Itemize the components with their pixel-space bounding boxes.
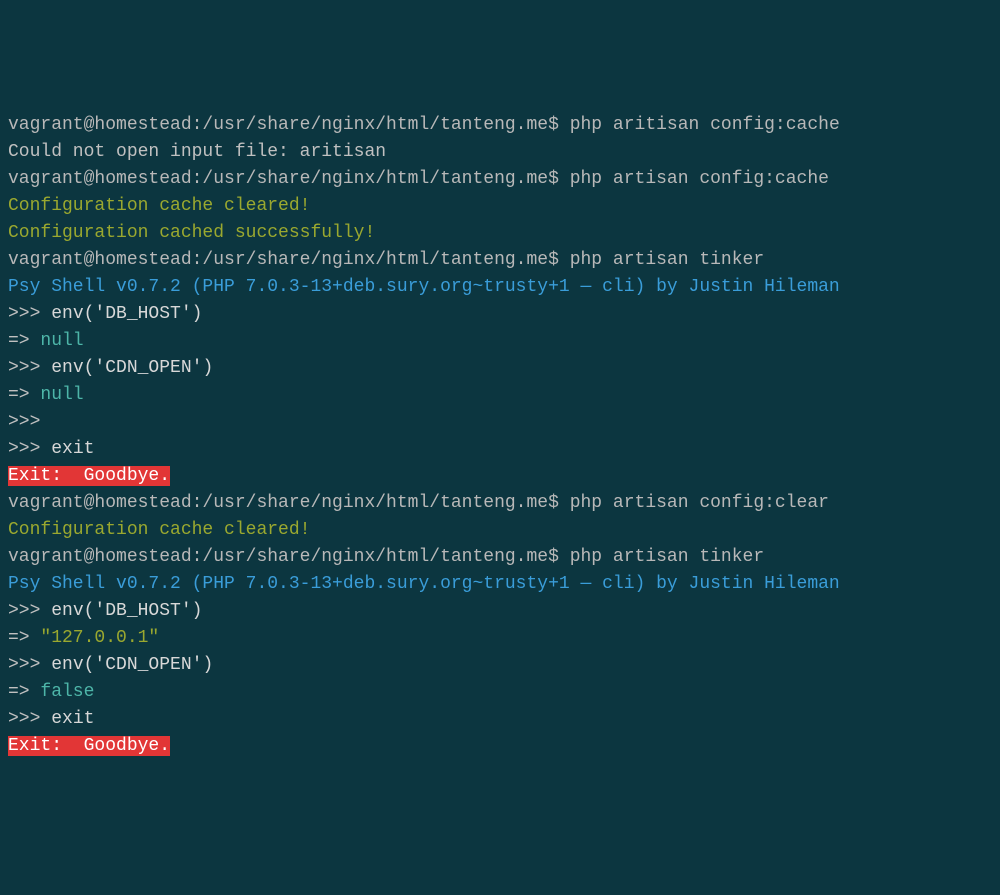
repl-command: env('DB_HOST') [51, 601, 202, 621]
psy-shell-banner: Psy Shell v0.7.2 (PHP 7.0.3-13+deb.sury.… [8, 571, 992, 598]
typed-command: php artisan tinker [570, 547, 764, 567]
repl-result-value: null [40, 331, 83, 351]
success-output: Configuration cached successfully! [8, 220, 992, 247]
shell-prompt: vagrant@homestead:/usr/share/nginx/html/… [8, 250, 570, 270]
typed-command: php artisan config:cache [570, 169, 829, 189]
repl-command: env('CDN_OPEN') [51, 358, 213, 378]
repl-result-value: null [40, 385, 83, 405]
terminal-line: vagrant@homestead:/usr/share/nginx/html/… [8, 166, 992, 193]
repl-command: exit [51, 439, 94, 459]
terminal-line: >>> env('CDN_OPEN') [8, 652, 992, 679]
repl-prompt: >>> [8, 358, 51, 378]
terminal-line: Exit: Goodbye. [8, 463, 992, 490]
typed-command: php artisan config:clear [570, 493, 829, 513]
exit-message: Exit: Goodbye. [8, 466, 170, 486]
repl-prompt: >>> [8, 601, 51, 621]
terminal-line: >>> env('CDN_OPEN') [8, 355, 992, 382]
repl-result-arrow: => [8, 331, 40, 351]
shell-prompt: vagrant@homestead:/usr/share/nginx/html/… [8, 547, 570, 567]
repl-prompt: >>> [8, 304, 51, 324]
terminal-line: >>> exit [8, 706, 992, 733]
terminal-line: vagrant@homestead:/usr/share/nginx/html/… [8, 544, 992, 571]
typed-command: php artisan tinker [570, 250, 764, 270]
terminal-line: vagrant@homestead:/usr/share/nginx/html/… [8, 112, 992, 139]
terminal-line: vagrant@homestead:/usr/share/nginx/html/… [8, 247, 992, 274]
shell-prompt: vagrant@homestead:/usr/share/nginx/html/… [8, 169, 570, 189]
terminal-line: => null [8, 328, 992, 355]
repl-command: env('CDN_OPEN') [51, 655, 213, 675]
shell-prompt: vagrant@homestead:/usr/share/nginx/html/… [8, 493, 570, 513]
psy-shell-banner: Psy Shell v0.7.2 (PHP 7.0.3-13+deb.sury.… [8, 274, 992, 301]
success-output: Configuration cache cleared! [8, 517, 992, 544]
repl-result-arrow: => [8, 628, 40, 648]
success-output: Configuration cache cleared! [8, 193, 992, 220]
terminal-line: => null [8, 382, 992, 409]
repl-prompt: >>> [8, 709, 51, 729]
repl-command: exit [51, 709, 94, 729]
typed-command: php aritisan config:cache [570, 115, 840, 135]
terminal-line: => "127.0.0.1" [8, 625, 992, 652]
repl-prompt: >>> [8, 412, 40, 432]
terminal-line: >>> exit [8, 436, 992, 463]
terminal-line: >>> [8, 409, 992, 436]
repl-prompt: >>> [8, 439, 51, 459]
error-output: Could not open input file: aritisan [8, 139, 992, 166]
repl-result-value: false [40, 682, 94, 702]
repl-result-arrow: => [8, 385, 40, 405]
repl-command: env('DB_HOST') [51, 304, 202, 324]
terminal-line: >>> env('DB_HOST') [8, 598, 992, 625]
terminal-line: vagrant@homestead:/usr/share/nginx/html/… [8, 490, 992, 517]
terminal-output[interactable]: vagrant@homestead:/usr/share/nginx/html/… [8, 112, 992, 760]
repl-result-value: "127.0.0.1" [40, 628, 159, 648]
repl-prompt: >>> [8, 655, 51, 675]
terminal-line: >>> env('DB_HOST') [8, 301, 992, 328]
shell-prompt: vagrant@homestead:/usr/share/nginx/html/… [8, 115, 570, 135]
repl-result-arrow: => [8, 682, 40, 702]
exit-message: Exit: Goodbye. [8, 736, 170, 756]
terminal-line: => false [8, 679, 992, 706]
terminal-line: Exit: Goodbye. [8, 733, 992, 760]
